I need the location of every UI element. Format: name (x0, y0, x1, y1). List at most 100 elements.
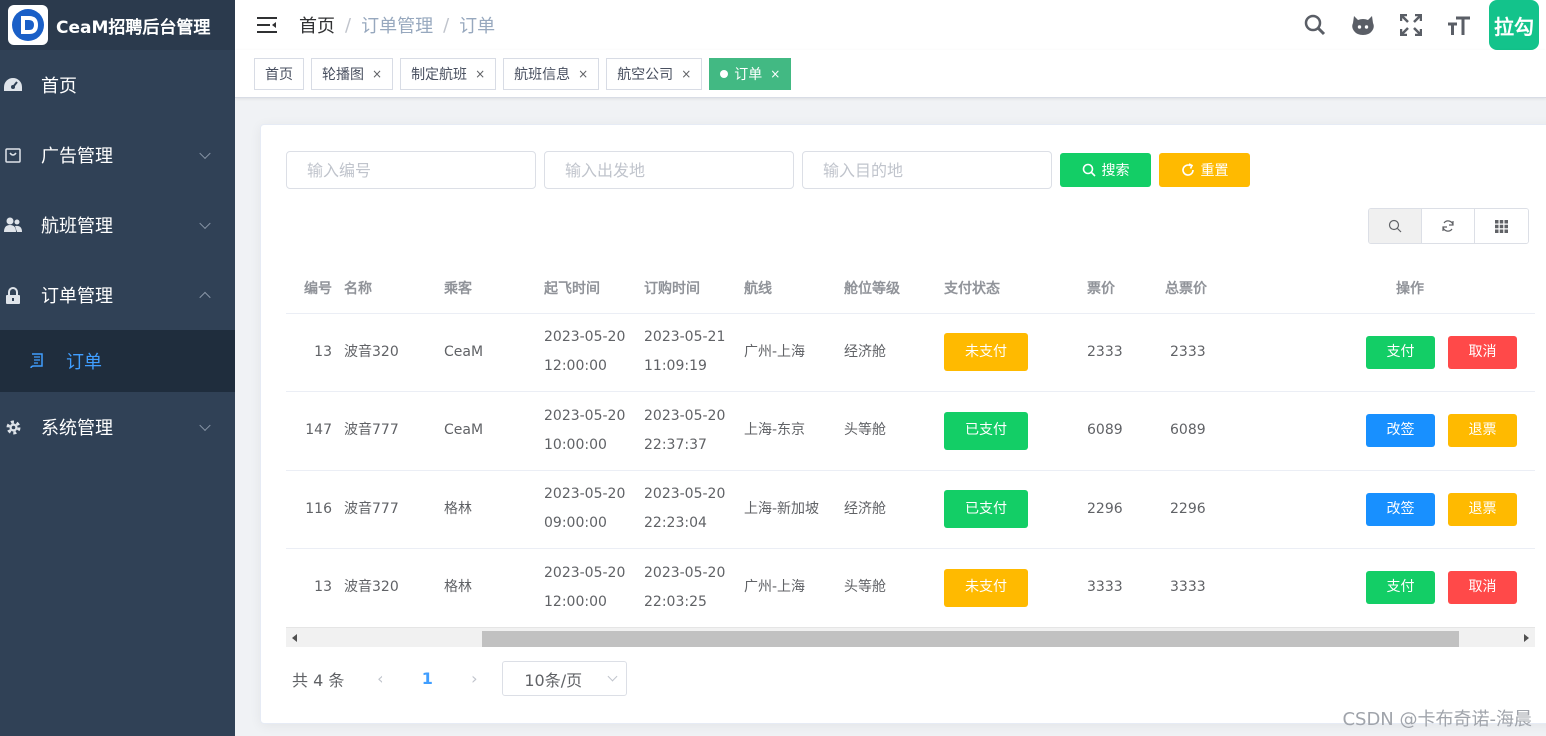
hamburger-icon[interactable] (235, 0, 299, 50)
sidebar-subitem-order[interactable]: 订单 (0, 330, 235, 392)
order-table: 编号 名称 乘客 起飞时间 订购时间 航线 舱位等级 支付状态 票价 总票价 操… (286, 263, 1535, 624)
cell-order-time: 2023-05-20 22:23:04 (644, 470, 744, 549)
peoples-icon (4, 216, 22, 234)
cell-ops: 支付 取消 (1285, 313, 1535, 392)
tag-home[interactable]: 首页 (254, 57, 304, 90)
active-dot-icon (720, 69, 729, 78)
col-price-header: 票价 (1065, 263, 1165, 314)
tag-carousel[interactable]: 轮播图 × (311, 57, 394, 90)
table-row: 147 波音777 CeaM 2023-05-20 10:00:00 2023-05-2… (286, 391, 1535, 471)
logo-icon (8, 5, 48, 45)
refresh-button[interactable] (1422, 209, 1475, 243)
search-button[interactable]: 搜索 (1060, 153, 1151, 187)
tag-label: 制定航班 (411, 66, 468, 83)
close-icon[interactable]: × (372, 67, 382, 81)
cell-id: 13 (286, 548, 344, 624)
col-ops-header: 操作 (1285, 263, 1535, 314)
sidebar-item-label: 系统管理 (41, 418, 113, 439)
github-icon[interactable] (1339, 0, 1387, 50)
watermark: CSDN @卡布奇诺-海晨 (1342, 709, 1532, 730)
refresh-icon (1181, 163, 1194, 176)
pay-button[interactable]: 支付 (1366, 335, 1435, 369)
destination-input[interactable] (802, 151, 1052, 189)
app-logo-area[interactable]: CeaM招聘后台管理 (0, 0, 235, 50)
page-size-value: 10条/页 (524, 670, 583, 690)
page-number[interactable]: 1 (398, 669, 456, 688)
cell-pay-status: 未支付 (944, 313, 1065, 392)
col-depart-header: 起飞时间 (544, 263, 644, 314)
cell-price: 3333 (1065, 548, 1165, 624)
status-badge: 已支付 (944, 411, 1028, 450)
reset-button[interactable]: 重置 (1159, 153, 1250, 187)
cell-route: 上海-新加坡 (744, 470, 844, 549)
font-size-icon[interactable] (1435, 0, 1483, 50)
scroll-right-icon[interactable] (1524, 634, 1529, 642)
horizontal-scrollbar[interactable] (286, 627, 1535, 647)
cancel-button[interactable]: 取消 (1448, 571, 1517, 605)
refund-button[interactable]: 退票 (1448, 492, 1517, 526)
prev-page-icon[interactable]: ‹ (362, 669, 398, 688)
reset-button-label: 重置 (1200, 162, 1229, 178)
tag-schedule-flight[interactable]: 制定航班 × (400, 57, 497, 90)
document-icon (28, 352, 46, 370)
columns-button[interactable] (1475, 209, 1528, 243)
departure-input[interactable] (544, 151, 794, 189)
cell-route: 上海-东京 (744, 391, 844, 471)
cell-order-time: 2023-05-20 22:37:37 (644, 391, 744, 471)
avatar[interactable]: 拉勾 (1489, 0, 1539, 50)
cell-name: 波音777 (344, 391, 444, 471)
cell-ops: 支付 取消 (1285, 548, 1535, 624)
sidebar-item-home[interactable]: 首页 (0, 50, 235, 120)
cell-depart: 2023-05-20 09:00:00 (544, 470, 644, 549)
cancel-button[interactable]: 取消 (1448, 335, 1517, 369)
cell-total: 3333 (1165, 548, 1285, 624)
reschedule-button[interactable]: 改签 (1366, 414, 1435, 448)
status-badge: 已支付 (944, 490, 1028, 529)
tag-label: 航空公司 (617, 66, 674, 83)
scroll-left-icon[interactable] (292, 634, 297, 642)
dashboard-icon (4, 76, 22, 94)
filter-bar: 搜索 重置 (286, 151, 1250, 189)
chevron-down-icon (199, 217, 211, 230)
cell-ops: 改签 退票 (1285, 391, 1535, 471)
page-size-select[interactable]: 10条/页 (502, 661, 628, 696)
search-icon (1388, 219, 1402, 233)
refund-button[interactable]: 退票 (1448, 414, 1517, 448)
reschedule-button[interactable]: 改签 (1366, 492, 1435, 526)
scrollbar-thumb[interactable] (482, 631, 1459, 647)
search-icon[interactable] (1291, 0, 1339, 50)
cell-depart: 2023-05-20 12:00:00 (544, 548, 644, 624)
table-toolbar (1368, 208, 1529, 244)
tag-flight-info[interactable]: 航班信息 × (503, 57, 600, 90)
fullscreen-icon[interactable] (1387, 0, 1435, 50)
close-icon[interactable]: × (770, 67, 780, 81)
tag-airline[interactable]: 航空公司 × (606, 57, 703, 90)
close-icon[interactable]: × (681, 67, 691, 81)
sidebar-item-label: 航班管理 (41, 216, 113, 237)
order-table-wrapper: 编号 名称 乘客 起飞时间 订购时间 航线 舱位等级 支付状态 票价 总票价 操… (286, 263, 1535, 624)
sidebar-item-orders[interactable]: 订单管理 (0, 260, 235, 330)
close-icon[interactable]: × (475, 67, 485, 81)
breadcrumb-separator: / (345, 14, 352, 36)
next-page-icon[interactable]: › (456, 669, 492, 688)
sidebar-item-system[interactable]: 系统管理 (0, 392, 235, 462)
cell-passenger: 格林 (444, 548, 544, 624)
status-badge: 未支付 (944, 333, 1028, 372)
chevron-up-icon (199, 291, 211, 304)
sidebar-item-flights[interactable]: 航班管理 (0, 190, 235, 260)
sidebar: CeaM招聘后台管理 首页 广告管理 航班管理 订单管理 订单 系统管理 (0, 0, 235, 736)
pay-button[interactable]: 支付 (1366, 571, 1435, 605)
order-card: 搜索 重置 编号 名称 乘客 起飞时间 订购时间 航线 舱 (260, 124, 1546, 724)
chevron-down-icon (199, 419, 211, 432)
close-icon[interactable]: × (578, 67, 588, 81)
tag-order-active[interactable]: 订单 × (709, 57, 792, 90)
cell-route: 广州-上海 (744, 313, 844, 392)
col-route-header: 航线 (744, 263, 844, 314)
breadcrumb-home[interactable]: 首页 (299, 12, 335, 38)
toggle-search-button[interactable] (1369, 209, 1422, 243)
search-button-label: 搜索 (1101, 162, 1130, 178)
cell-order-time: 2023-05-20 22:03:25 (644, 548, 744, 624)
order-number-input[interactable] (286, 151, 536, 189)
app-title: CeaM招聘后台管理 (56, 17, 211, 38)
sidebar-item-ads[interactable]: 广告管理 (0, 120, 235, 190)
